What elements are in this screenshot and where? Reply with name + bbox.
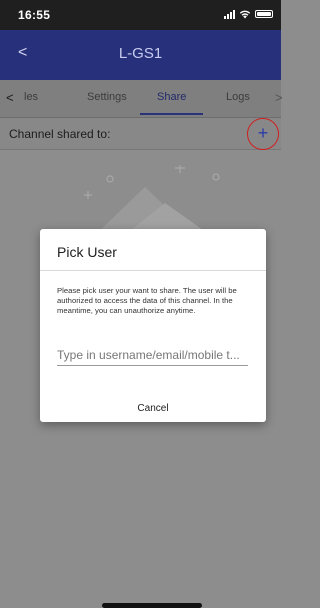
user-search-input[interactable]	[57, 344, 248, 366]
status-time: 16:55	[18, 8, 51, 22]
tab-share[interactable]: Share	[157, 91, 186, 103]
battery-icon	[255, 10, 273, 18]
page-title: L-GS1	[118, 45, 163, 62]
channel-shared-label: Channel shared to:	[9, 127, 111, 141]
tab-logs[interactable]: Logs	[226, 91, 250, 103]
active-tab-indicator	[140, 113, 203, 115]
app-bar: < L-GS1	[0, 30, 281, 80]
channel-shared-row: Channel shared to: +	[0, 118, 281, 150]
tab-bar: < les Settings Share Logs >	[0, 80, 283, 118]
status-icons	[224, 9, 273, 19]
tab-les[interactable]: les	[24, 91, 38, 103]
wifi-icon	[239, 10, 251, 19]
empty-state-illustration	[84, 165, 220, 235]
tab-scroll-left-icon[interactable]: <	[6, 90, 14, 105]
home-indicator[interactable]	[102, 603, 202, 608]
pick-user-dialog: Pick User Please pick user your want to …	[40, 229, 266, 422]
dialog-message: Please pick user your want to share. The…	[57, 286, 237, 315]
tab-scroll-right-icon[interactable]: >	[275, 90, 283, 105]
dialog-divider	[40, 270, 266, 271]
dialog-title: Pick User	[57, 244, 117, 260]
add-share-button[interactable]: +	[247, 118, 279, 150]
tab-settings[interactable]: Settings	[87, 91, 127, 103]
cancel-button[interactable]: Cancel	[40, 403, 266, 414]
signal-icon	[224, 9, 235, 19]
status-bar: 16:55	[0, 0, 281, 30]
